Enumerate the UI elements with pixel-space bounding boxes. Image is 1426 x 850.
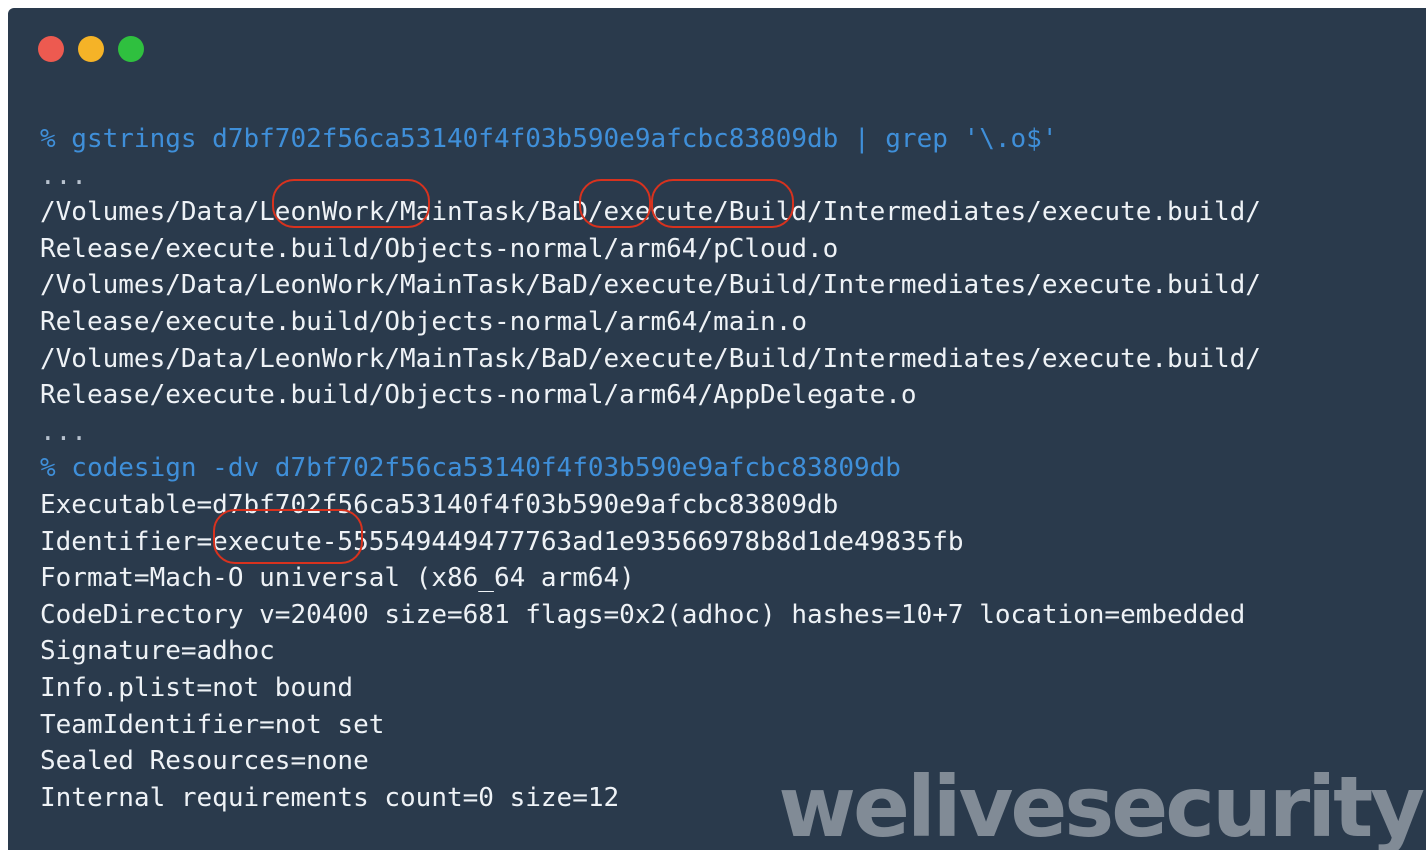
ellipsis-line: ...: [40, 416, 87, 447]
terminal-window: % gstrings d7bf702f56ca53140f4f03b590e9a…: [8, 8, 1426, 850]
output-line: Release/execute.build/Objects-normal/arm…: [40, 380, 917, 411]
output-line: TeamIdentifier=not set: [40, 709, 385, 740]
output-line: Release/execute.build/Objects-normal/arm…: [40, 233, 839, 264]
ellipsis-line: ...: [40, 160, 87, 191]
output-line: CodeDirectory v=20400 size=681 flags=0x2…: [40, 599, 1246, 630]
highlight-leonwork: [272, 179, 430, 228]
output-line: /Volumes/Data/LeonWork/MainTask/BaD/exec…: [40, 270, 1261, 301]
output-line: Signature=adhoc: [40, 636, 275, 667]
minimize-button[interactable]: [78, 36, 104, 62]
output-line: Release/execute.build/Objects-normal/arm…: [40, 306, 808, 337]
highlight-execute-identifier: [213, 509, 363, 564]
watermark-logo: welivesecurity: [778, 758, 1425, 850]
highlight-execute-path: [651, 179, 794, 228]
output-line: Info.plist=not bound: [40, 672, 354, 703]
maximize-button[interactable]: [118, 36, 144, 62]
highlight-bad: [579, 179, 651, 228]
command-line-gstrings: % gstrings d7bf702f56ca53140f4f03b590e9a…: [40, 124, 1058, 154]
output-line: /Volumes/Data/LeonWork/MainTask/BaD/exec…: [40, 343, 1261, 374]
output-line: Format=Mach-O universal (x86_64 arm64): [40, 563, 635, 594]
close-button[interactable]: [38, 36, 64, 62]
terminal-output: % gstrings d7bf702f56ca53140f4f03b590e9a…: [40, 121, 1261, 816]
command-line-codesign: % codesign -dv d7bf702f56ca53140f4f03b59…: [40, 453, 901, 484]
